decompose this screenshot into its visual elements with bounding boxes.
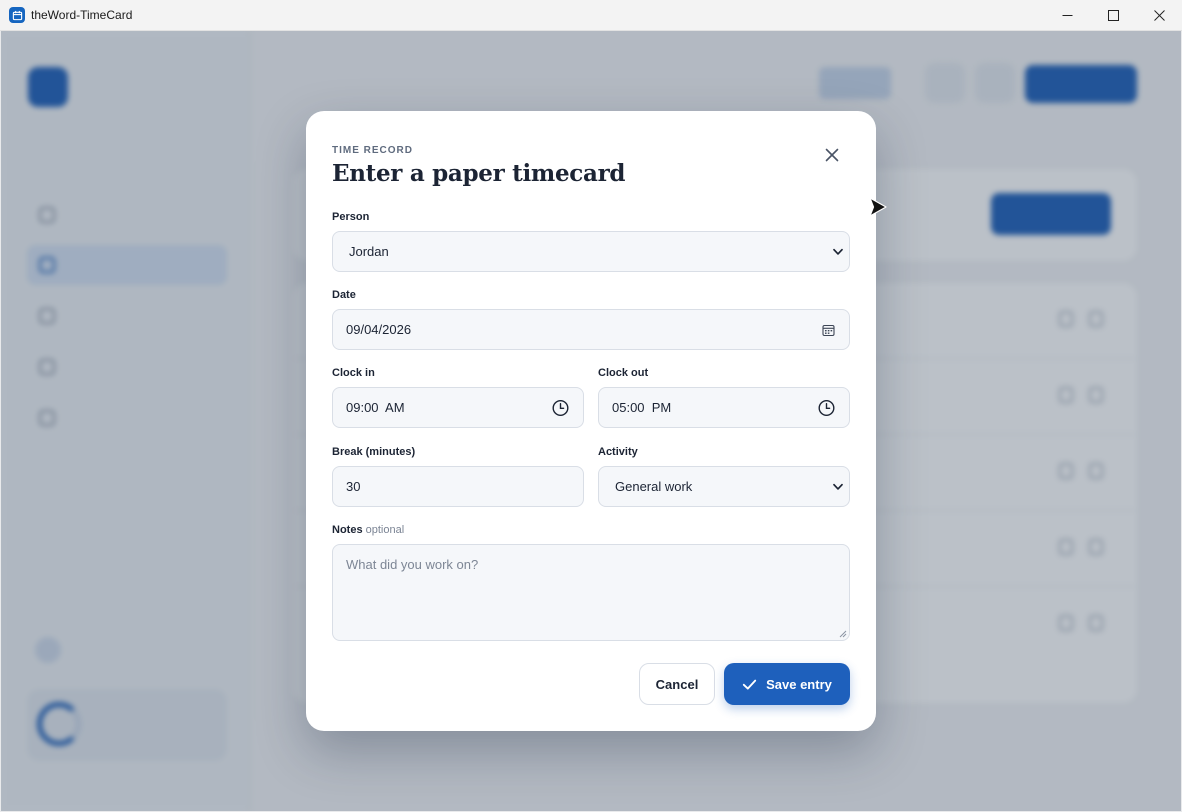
clock-out-label: Clock out [598,367,649,379]
clock-out-value: 05:00 PM [612,400,672,415]
clock-icon[interactable] [552,399,569,416]
maximize-icon [1107,10,1119,21]
cancel-button-label: Cancel [655,676,699,692]
close-icon [1153,10,1165,21]
clock-icon[interactable] [818,399,835,416]
notes-label-text: Notes [332,524,363,536]
notes-placeholder: What did you work on? [346,557,479,572]
chevron-down-icon [833,248,843,255]
mouse-cursor-icon [869,197,887,217]
notes-textarea[interactable]: What did you work on? [332,544,850,641]
save-button-label: Save entry [766,676,832,692]
minimize-button[interactable] [1044,0,1090,31]
dialog-close-button[interactable] [820,143,844,167]
break-label: Break (minutes) [332,446,416,458]
activity-label: Activity [598,446,638,458]
calendar-icon [9,7,25,23]
date-input[interactable]: 09/04/2026 [332,309,850,350]
person-label: Person [332,211,370,223]
cancel-button[interactable]: Cancel [639,663,715,705]
dialog-title: Enter a paper timecard [332,160,626,187]
clock-in-value: 09:00 AM [346,400,405,415]
activity-select[interactable]: General work [598,466,850,507]
timecard-dialog: TIME RECORD Enter a paper timecard Perso… [306,111,876,731]
window-close-button[interactable] [1136,0,1182,31]
window-titlebar: theWord-TimeCard [0,0,1182,31]
notes-optional-hint: optional [365,524,405,536]
date-label: Date [332,289,356,301]
window-title: theWord-TimeCard [31,8,133,22]
calendar-icon[interactable] [822,323,835,336]
person-value: Jordan [349,244,389,259]
date-value: 09/04/2026 [346,322,412,337]
activity-value: General work [615,479,693,494]
maximize-button[interactable] [1090,0,1136,31]
close-icon [825,148,839,162]
person-select[interactable]: Jordan [332,231,850,272]
break-value: 30 [346,479,361,494]
check-icon [742,679,757,690]
clock-in-label: Clock in [332,367,375,379]
clock-out-input[interactable]: 05:00 PM [598,387,850,428]
dialog-eyebrow: TIME RECORD [332,145,413,156]
minimize-icon [1062,15,1072,16]
clock-in-input[interactable]: 09:00 AM [332,387,584,428]
save-entry-button[interactable]: Save entry [724,663,850,705]
break-minutes-input[interactable]: 30 [332,466,584,507]
chevron-down-icon [833,483,843,490]
resize-handle-icon[interactable] [839,630,847,638]
notes-label: Notes optional [332,524,404,536]
